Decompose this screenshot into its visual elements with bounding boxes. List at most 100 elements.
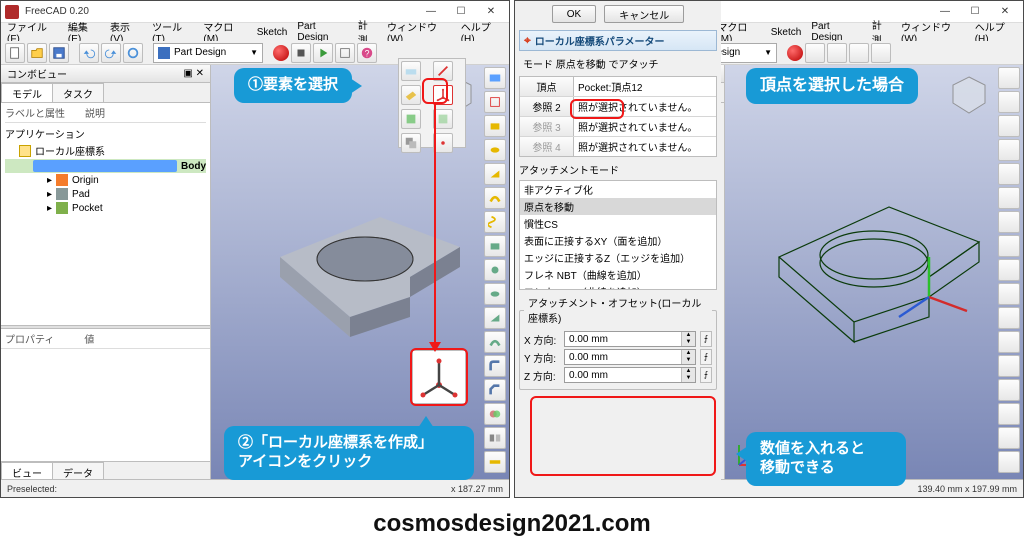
tab-view[interactable]: ビュー xyxy=(1,462,53,479)
combo-title: コンボビュー xyxy=(7,66,67,81)
tool-revolve-icon[interactable] xyxy=(484,139,506,161)
new-doc-button[interactable] xyxy=(5,43,25,63)
task-section-header[interactable]: ⌖ローカル座標系パラメーター xyxy=(519,30,717,51)
tool-shapebinder-icon[interactable] xyxy=(401,109,421,129)
callout-4: 数値を入れると 移動できる xyxy=(746,432,906,486)
ref4-button: 参照 4 xyxy=(520,137,574,156)
callout-3: 頂点を選択した場合 xyxy=(746,68,918,104)
tree-pad[interactable]: ▸Pad xyxy=(5,187,206,201)
3d-viewport[interactable] xyxy=(725,65,1023,479)
workbench-icon xyxy=(158,47,170,59)
menu-sketch[interactable]: Sketch xyxy=(257,27,288,38)
close-button[interactable]: ✕ xyxy=(991,3,1019,21)
tree-doc[interactable]: ローカル座標系 xyxy=(5,142,206,159)
expr-button[interactable]: ⨍ xyxy=(700,331,712,347)
tool-fillet-icon[interactable] xyxy=(484,355,506,377)
ref2-value[interactable]: 照が選択されていません。 xyxy=(574,97,716,116)
combo-view: コンボビュー▣ ✕ モデル タスク 🔧 OK キャンセル ⌖ローカル座標系パラメ… xyxy=(515,65,725,479)
tab-model[interactable]: モデル xyxy=(1,83,53,102)
panel-menu-icon[interactable]: ▣ ✕ xyxy=(183,68,204,79)
offset-z-input[interactable]: 0.00 mm▲▼ xyxy=(564,367,696,383)
menubar: ファイル(F) 編集(E) 表示(V) ツール(T) マクロ(M) Sketch… xyxy=(1,23,509,41)
macro-stop-button[interactable] xyxy=(291,43,311,63)
attach-mode-status: モード 原点を移動 でアタッチ xyxy=(519,54,717,73)
ref3-button: 参照 3 xyxy=(520,117,574,136)
tool-boolean-icon[interactable] xyxy=(484,403,506,425)
tree-origin[interactable]: ▸Origin xyxy=(5,173,206,187)
tool-sweep-icon[interactable] xyxy=(484,187,506,209)
workbench-selector[interactable]: Part Design ▼ xyxy=(153,43,263,63)
offset-x-input[interactable]: 0.00 mm▲▼ xyxy=(564,331,696,347)
status-coords: 139.40 mm x 197.99 mm xyxy=(917,484,1017,494)
tree-pocket[interactable]: ▸Pocket xyxy=(5,201,206,215)
macro-edit-button[interactable] xyxy=(849,43,869,63)
menu-sketch[interactable]: Sketch xyxy=(771,27,802,38)
ref1-button[interactable]: 頂点 xyxy=(520,77,574,96)
ref2-button[interactable]: 参照 2 xyxy=(520,97,574,116)
redo-button[interactable] xyxy=(101,43,121,63)
status-coords: x 187.27 mm xyxy=(451,484,503,494)
maximize-button[interactable]: ☐ xyxy=(447,3,475,21)
expr-button[interactable]: ⨍ xyxy=(700,349,712,365)
save-button[interactable] xyxy=(49,43,69,63)
tool-mapsketch-icon[interactable] xyxy=(401,61,421,81)
attachment-mode-list[interactable]: 非アクティブ化 原点を移動 慣性CS 表面に正接するXY（面を追加） エッジに正… xyxy=(519,180,717,290)
tool-plane-icon[interactable] xyxy=(401,85,421,105)
enlarged-cs-icon xyxy=(412,350,466,404)
tool-subshapebinder-icon[interactable] xyxy=(433,109,453,129)
undo-button[interactable] xyxy=(79,43,99,63)
maximize-button[interactable]: ☐ xyxy=(961,3,989,21)
tool-pad-icon[interactable] xyxy=(484,115,506,137)
attachment-mode-label: アタッチメントモード xyxy=(519,160,717,177)
tool-groove-icon[interactable] xyxy=(484,283,506,305)
tree-body[interactable]: Body xyxy=(5,159,206,173)
tool-sketch-icon[interactable] xyxy=(484,91,506,113)
offset-y-input[interactable]: 0.00 mm▲▼ xyxy=(564,349,696,365)
menu-partdesign[interactable]: Part Design xyxy=(811,21,861,43)
tool-pocket-icon[interactable] xyxy=(484,235,506,257)
app-icon xyxy=(5,5,19,19)
macro-play-button[interactable] xyxy=(827,43,847,63)
attachment-offset-group: アタッチメント・オフセット(ローカル座標系) X 方向:0.00 mm▲▼⨍ Y… xyxy=(519,295,717,390)
menu-partdesign[interactable]: Part Design xyxy=(297,21,347,43)
right-toolbar xyxy=(997,67,1021,477)
tool-loft-icon[interactable] xyxy=(484,163,506,185)
macro-record-button[interactable] xyxy=(273,45,289,61)
tab-task[interactable]: タスク xyxy=(52,83,104,102)
reference-grid: 頂点Pocket:頂点12 参照 2照が選択されていません。 参照 3照が選択さ… xyxy=(519,76,717,157)
tool-chamfer-icon[interactable] xyxy=(484,379,506,401)
status-preselected: Preselected: xyxy=(7,484,57,494)
tool-measure-icon[interactable] xyxy=(484,451,506,473)
macro-stop-button[interactable] xyxy=(805,43,825,63)
model-wireframe xyxy=(749,177,999,367)
tool-subsweep-icon[interactable] xyxy=(484,331,506,353)
minimize-button[interactable]: — xyxy=(417,3,445,21)
close-button[interactable]: ✕ xyxy=(477,3,505,21)
macro-record-button[interactable] xyxy=(787,45,803,61)
tool-hole-icon[interactable] xyxy=(484,259,506,281)
whatsthis-button[interactable]: ? xyxy=(357,43,377,63)
tool-subloft-icon[interactable] xyxy=(484,307,506,329)
statusbar: Preselected: x 187.27 mm xyxy=(1,479,509,497)
tool-helix-icon[interactable] xyxy=(484,211,506,233)
tool-body-icon[interactable] xyxy=(484,67,506,89)
create-local-cs-button[interactable] xyxy=(433,85,453,105)
expr-button[interactable]: ⨍ xyxy=(700,367,712,383)
open-button[interactable] xyxy=(27,43,47,63)
macro-play-button[interactable] xyxy=(313,43,333,63)
tool-mirror-icon[interactable] xyxy=(484,427,506,449)
minimize-button[interactable]: — xyxy=(931,3,959,21)
refresh-button[interactable] xyxy=(123,43,143,63)
tool-line-icon[interactable] xyxy=(433,61,453,81)
ok-button[interactable]: OK xyxy=(552,5,596,23)
whatsthis-button[interactable] xyxy=(871,43,891,63)
ref1-value[interactable]: Pocket:頂点12 xyxy=(574,77,716,96)
cancel-button[interactable]: キャンセル xyxy=(604,5,684,23)
floating-toolbar[interactable] xyxy=(398,58,466,148)
macro-edit-button[interactable] xyxy=(335,43,355,63)
tab-data[interactable]: データ xyxy=(52,462,104,479)
tool-point-icon[interactable] xyxy=(433,133,453,153)
tool-clone-icon[interactable] xyxy=(401,133,421,153)
nav-cube[interactable] xyxy=(947,73,991,117)
model-tree[interactable]: ラベルと属性説明 アプリケーション ローカル座標系 Body ▸Origin ▸… xyxy=(1,103,210,325)
